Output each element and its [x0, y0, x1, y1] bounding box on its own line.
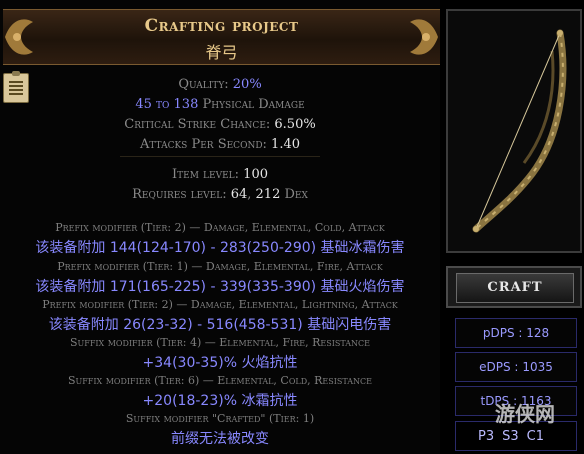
craft-button-label: CRAFT	[456, 273, 574, 303]
separator	[120, 156, 320, 157]
watermark-logo: 游侠网	[495, 402, 555, 426]
modifier-text: 该装备附加 171(165-225) - 339(335-390) 基础火焰伤害	[35, 279, 405, 295]
item-tooltip: Crafting project 脊弓 Quality: 20% 45 to 1…	[0, 0, 440, 454]
item-base-name: 脊弓	[205, 43, 238, 62]
edps-stat: eDPS : 1035	[455, 352, 577, 382]
modifier-text: 该装备附加 144(124-170) - 283(250-290) 基础冰霜伤害	[35, 240, 405, 256]
socket-count-c: C1	[526, 428, 545, 444]
bow-icon	[472, 29, 567, 233]
item-art-frame	[446, 9, 582, 253]
modifier-header: Prefix modifier (Tier: 1) — Damage, Elem…	[57, 260, 383, 273]
modifier-text: 前缀无法被改变	[171, 431, 269, 447]
modifier-header: Suffix modifier (Tier: 4) — Elemental, F…	[70, 336, 370, 349]
craft-button[interactable]: CRAFT	[446, 266, 582, 308]
modifier-text: +34(30-35)% 火焰抗性	[142, 355, 298, 371]
prop-crit-chance: Critical Strike Chance: 6.50%	[124, 117, 316, 132]
socket-count-p: P3	[478, 428, 495, 444]
requirements: Requires level: 64, 212 Dex	[132, 187, 308, 202]
tooltip-header: Crafting project 脊弓	[3, 9, 440, 65]
prop-attacks-per-second: Attacks Per Second: 1.40	[140, 137, 300, 152]
socket-count-s: S3	[502, 428, 519, 444]
modifier-header: Suffix modifier (Tier: 6) — Elemental, C…	[67, 374, 373, 387]
modifier-header: Suffix modifier "Crafted" (Tier: 1)	[125, 412, 315, 425]
modifier-header: Prefix modifier (Tier: 2) — Damage, Elem…	[42, 298, 398, 311]
prop-quality: Quality: 20%	[178, 77, 262, 92]
modifier-header: Prefix modifier (Tier: 2) — Damage, Elem…	[55, 221, 385, 234]
item-level: Item level: 100	[172, 167, 268, 182]
item-title: Crafting project	[144, 16, 299, 36]
modifier-text: +20(18-23)% 冰霜抗性	[142, 393, 298, 409]
prop-physical-damage: 45 to 138 Physical Damage	[135, 97, 305, 112]
modifier-text: 该装备附加 26(23-32) - 516(458-531) 基础闪电伤害	[48, 317, 392, 333]
pdps-stat: pDPS : 128	[455, 318, 577, 348]
